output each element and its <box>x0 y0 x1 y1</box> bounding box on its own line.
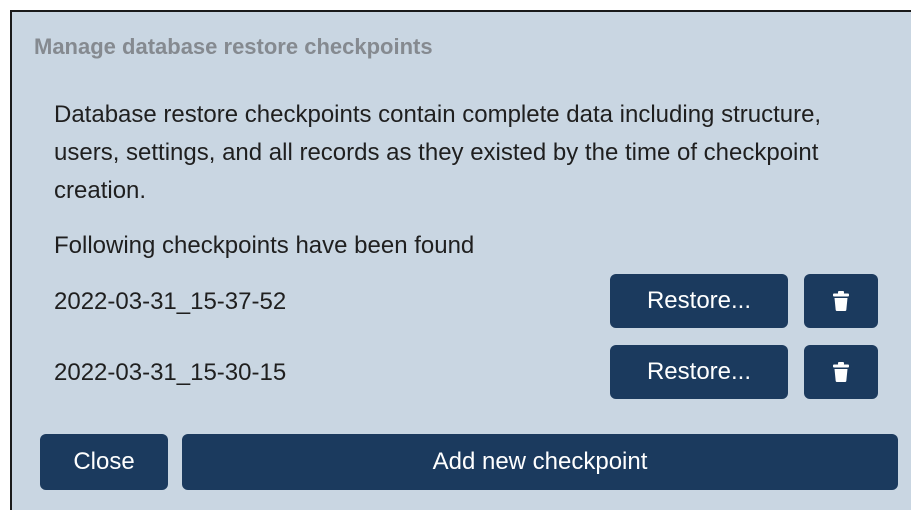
delete-checkpoint-button[interactable] <box>804 345 878 399</box>
add-checkpoint-button[interactable]: Add new checkpoint <box>182 434 898 490</box>
manage-checkpoints-dialog: Manage database restore checkpoints Data… <box>10 10 911 510</box>
close-button[interactable]: Close <box>40 434 168 490</box>
trash-icon <box>833 291 849 311</box>
checkpoints-found-label: Following checkpoints have been found <box>54 232 475 259</box>
checkpoint-name: 2022-03-31_15-37-52 <box>54 288 287 315</box>
restore-button[interactable]: Restore... <box>610 345 788 399</box>
delete-checkpoint-button[interactable] <box>804 274 878 328</box>
checkpoint-name: 2022-03-31_15-30-15 <box>54 359 287 386</box>
restore-button[interactable]: Restore... <box>610 274 788 328</box>
checkpoint-row: 2022-03-31_15-37-52 Restore... <box>54 274 878 328</box>
trash-icon <box>833 362 849 382</box>
dialog-title: Manage database restore checkpoints <box>34 34 433 59</box>
checkpoint-row: 2022-03-31_15-30-15 Restore... <box>54 345 878 399</box>
dialog-description: Database restore checkpoints contain com… <box>54 101 822 204</box>
